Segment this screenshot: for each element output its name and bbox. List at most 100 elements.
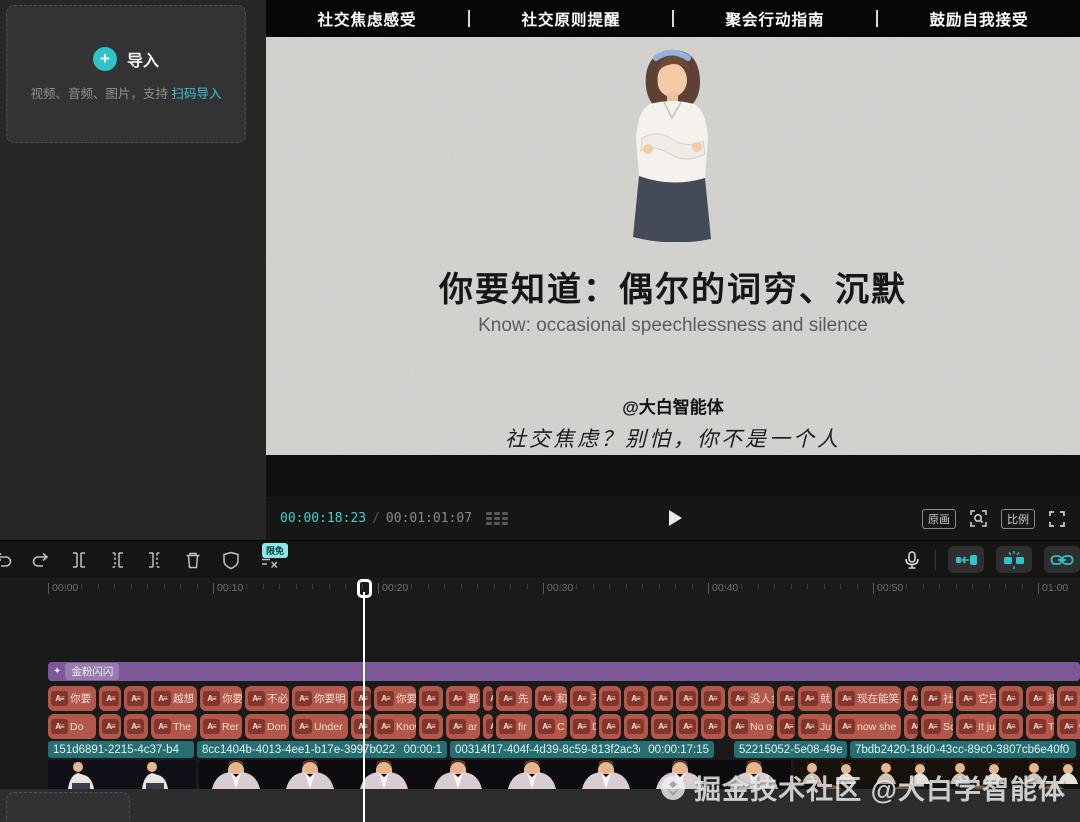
cover-placeholder[interactable] [6, 792, 130, 822]
text-clip[interactable]: A≡ [904, 686, 918, 711]
text-clip[interactable]: A≡ 和 [535, 686, 567, 711]
text-clip[interactable]: A≡ [701, 714, 725, 739]
text-clip[interactable]: A≡ [419, 686, 443, 711]
text-clip[interactable]: A≡ 社 [921, 686, 953, 711]
text-clip[interactable]: A≡ [124, 714, 148, 739]
text-clip[interactable]: A≡ [999, 686, 1023, 711]
text-clip[interactable]: A≡ 就 [798, 686, 832, 711]
record-voiceover-button[interactable] [900, 548, 923, 571]
audio-clip[interactable]: 8cc1404b-4013-4ee1-b17e-3997b0224bae00:0… [197, 741, 447, 758]
text-clip[interactable]: A≡ [624, 714, 648, 739]
text-clip[interactable]: A≡Know [374, 714, 416, 739]
text-clip[interactable]: A≡ 现在能笑 [835, 686, 901, 711]
text-clip[interactable]: A≡ Under [292, 714, 348, 739]
video-clip-frame[interactable] [273, 760, 347, 789]
text-clip[interactable]: A≡ It ju [956, 714, 996, 739]
text-clip[interactable]: A≡ [99, 686, 121, 711]
text-clip[interactable]: A≡ ar [446, 714, 480, 739]
text-clip[interactable]: A≡ [599, 686, 621, 711]
text-clip[interactable]: A≡ Rer [200, 714, 242, 739]
text-clip[interactable]: A≡ [483, 714, 493, 739]
text-clip-icon: A≡ [654, 691, 671, 706]
link-toggle[interactable] [1044, 546, 1080, 573]
text-clip[interactable]: A≡ T [1026, 714, 1054, 739]
text-clip[interactable]: A≡ Ju [798, 714, 832, 739]
text-clip[interactable]: A≡不 [777, 686, 795, 711]
split-button[interactable] [67, 548, 90, 571]
text-clip[interactable]: A≡ [351, 686, 371, 711]
text-clip[interactable]: A≡ fir [496, 714, 532, 739]
original-quality-button[interactable]: 原画 [922, 508, 956, 529]
text-clip[interactable]: A≡ 你要 [48, 686, 96, 711]
video-clip-frame[interactable] [122, 760, 196, 789]
audio-clip[interactable]: 52215052-5e08-49e3 [734, 741, 847, 758]
text-clip[interactable]: A≡ 你要 [200, 686, 242, 711]
text-clip[interactable]: A≡会 [1057, 686, 1080, 711]
text-clip[interactable]: A≡ [651, 714, 673, 739]
text-clip[interactable]: A≡ 它只 [956, 686, 996, 711]
text-clip[interactable]: A≡ Do [48, 714, 96, 739]
text-clip[interactable]: A≡不 [570, 686, 596, 711]
text-clip[interactable]: A≡ C [535, 714, 567, 739]
text-clip-icon: A≡ [1002, 691, 1019, 706]
text-clip[interactable]: A≡ [651, 686, 673, 711]
text-clip[interactable]: A≡ Don [245, 714, 289, 739]
text-clip[interactable]: A≡ Sc [921, 714, 953, 739]
play-button[interactable] [663, 507, 685, 529]
text-clip[interactable]: A≡ 先 [496, 686, 532, 711]
scan-import-link[interactable]: 扫码导入 [171, 87, 221, 101]
text-clip[interactable]: A≡ [676, 686, 698, 711]
overwrite-toggle[interactable] [948, 546, 984, 573]
audio-clip[interactable]: 151d6891-2215-4c37-b4 [48, 741, 194, 758]
text-clip-icon: A≡ [102, 719, 119, 734]
import-dropzone[interactable]: + 导入 视频、音频、图片，支持 扫码导入 [6, 5, 246, 143]
text-clip[interactable]: A≡ [351, 714, 371, 739]
video-canvas: 你要知道：偶尔的词穷、沉默 Know: occasional speechles… [266, 37, 1080, 455]
aspect-ratio-button[interactable]: 比例 [1001, 508, 1035, 529]
redo-button[interactable] [29, 548, 52, 571]
video-clip-frame[interactable] [495, 760, 569, 789]
text-clip[interactable]: A≡ 越想 [151, 686, 197, 711]
text-clip[interactable]: A≡w [777, 714, 795, 739]
video-clip-frame[interactable] [48, 760, 122, 789]
text-clip[interactable]: A≡ [624, 686, 648, 711]
text-clip[interactable]: A≡ The [151, 714, 197, 739]
video-clip-frame[interactable] [347, 760, 421, 789]
text-clip[interactable]: A≡A [904, 714, 918, 739]
mask-button[interactable] [219, 548, 242, 571]
video-clip-frame[interactable] [199, 760, 273, 789]
fullscreen-icon[interactable] [1048, 510, 1066, 528]
text-clip[interactable]: A≡ 不必 [245, 686, 289, 711]
text-clip[interactable]: A≡ [701, 686, 725, 711]
text-clip[interactable]: A≡ [124, 686, 148, 711]
text-clip[interactable]: A≡ 都 [446, 686, 480, 711]
text-clip[interactable]: A≡ [99, 714, 121, 739]
video-clip-frame[interactable] [421, 760, 495, 789]
text-clip[interactable]: A≡ D [570, 714, 596, 739]
audio-clip[interactable]: 00314f17-404f-4d39-8c59-813f2ac3d48f00:0… [450, 741, 714, 758]
text-clip[interactable]: A≡w [1057, 714, 1080, 739]
text-clip-icon: A≡ [780, 719, 795, 734]
text-clip[interactable]: A≡ [999, 714, 1023, 739]
text-clip[interactable]: A≡没人会 [728, 686, 774, 711]
text-clip[interactable]: A≡ [599, 714, 621, 739]
text-clip[interactable]: A≡ [419, 714, 443, 739]
text-clip[interactable]: A≡ now she [835, 714, 901, 739]
text-clip[interactable]: A≡ [483, 686, 493, 711]
audio-clip[interactable]: 7bdb2420-18d0-43cc-89c0-3807cb6e40f0 [850, 741, 1076, 758]
text-clip[interactable]: A≡ [676, 714, 698, 739]
delete-right-button[interactable] [143, 548, 166, 571]
text-clip[interactable]: A≡ 接 [1026, 686, 1054, 711]
text-clip[interactable]: A≡ No o [728, 714, 774, 739]
frames-grid-icon[interactable] [486, 512, 509, 525]
video-clip-frame[interactable] [569, 760, 643, 789]
text-clip[interactable]: A≡ 你要明 [292, 686, 348, 711]
preview-zoom-icon[interactable] [969, 509, 988, 528]
undo-button[interactable] [0, 548, 14, 571]
delete-button[interactable] [181, 548, 204, 571]
delete-left-button[interactable] [105, 548, 128, 571]
text-clip[interactable]: A≡ 你要 [374, 686, 416, 711]
timeline-ruler[interactable]: 00:0000:1000:2000:3000:4000:5001:00 [0, 578, 1080, 600]
effect-track-clip[interactable]: ✦ 金粉闪闪 [48, 662, 1080, 681]
snap-toggle[interactable] [996, 546, 1032, 573]
